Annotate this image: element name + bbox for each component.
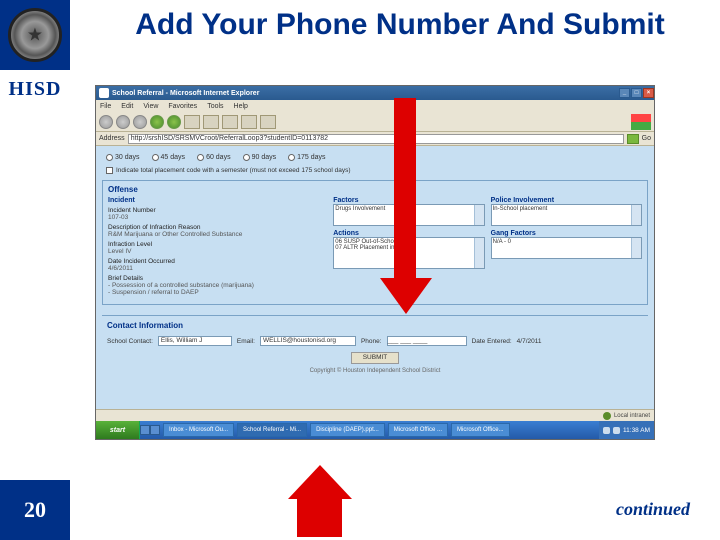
police-title: Police Involvement: [491, 197, 642, 204]
start-button[interactable]: start: [96, 421, 140, 439]
radio-45[interactable]: [152, 154, 159, 161]
task-item[interactable]: Inbox - Microsoft Ou...: [163, 423, 234, 437]
page-content: 30 days 45 days 60 days 90 days 175 days…: [96, 146, 654, 421]
date-value: 4/6/2011: [108, 265, 327, 272]
email-label: Email:: [237, 338, 255, 345]
system-tray: 11:38 AM: [599, 421, 654, 439]
radio-175[interactable]: [288, 154, 295, 161]
extend-row: Indicate total placement code with a sem…: [102, 167, 648, 174]
window-title: School Referral - Microsoft Internet Exp…: [112, 90, 259, 97]
ie-toolbar: [96, 112, 654, 132]
menu-tools[interactable]: Tools: [207, 103, 223, 110]
print-icon[interactable]: [260, 115, 276, 129]
radio-60[interactable]: [197, 154, 204, 161]
mail-icon[interactable]: [241, 115, 257, 129]
extend-checkbox[interactable]: [106, 167, 113, 174]
annotation-arrow-up-head-icon: [288, 465, 352, 499]
forward-icon[interactable]: [116, 115, 130, 129]
date-label: Date Incident Occurred: [108, 258, 327, 265]
phone-field[interactable]: ___ ___ ____: [387, 336, 467, 346]
level-label: Infraction Level: [108, 241, 327, 248]
zone-icon: [603, 412, 611, 420]
school-contact-label: School Contact:: [107, 338, 153, 345]
gang-title: Gang Factors: [491, 230, 642, 237]
district-seal-icon: [8, 8, 62, 62]
ie-window: School Referral - Microsoft Internet Exp…: [95, 85, 655, 440]
copyright: Copyright © Houston Independent School D…: [107, 368, 643, 374]
home-icon[interactable]: [167, 115, 181, 129]
close-button[interactable]: ×: [643, 88, 654, 98]
police-listbox[interactable]: In-School placement: [491, 204, 642, 226]
school-contact-field[interactable]: Ellis, William J: [158, 336, 232, 346]
task-item[interactable]: Microsoft Office ...: [388, 423, 448, 437]
phone-label: Phone:: [361, 338, 382, 345]
radio-90[interactable]: [243, 154, 250, 161]
address-input[interactable]: http://srshISD/SRSMVCroot/ReferralLoop3?…: [128, 134, 624, 144]
ie-statusbar: Local intranet: [96, 409, 654, 421]
menu-help[interactable]: Help: [234, 103, 248, 110]
taskbar: start Inbox - Microsoft Ou... School Ref…: [96, 421, 654, 439]
ie-icon: [99, 88, 109, 98]
contact-panel: Contact Information School Contact: Elli…: [102, 315, 648, 379]
tray-icon[interactable]: [613, 427, 620, 434]
back-icon[interactable]: [99, 115, 113, 129]
hisd-label: HISD: [0, 78, 70, 101]
level-value: Level IV: [108, 248, 327, 255]
history-icon[interactable]: [222, 115, 238, 129]
menu-edit[interactable]: Edit: [121, 103, 133, 110]
refresh-icon[interactable]: [150, 115, 164, 129]
email-field[interactable]: WELLIS@houstonisd.org: [260, 336, 356, 346]
continued-label: continued: [616, 499, 690, 520]
slide-title: Add Your Phone Number And Submit: [90, 8, 710, 41]
incident-heading: Incident: [108, 197, 327, 204]
task-item[interactable]: Microsoft Office...: [451, 423, 510, 437]
incident-num-label: Incident Number: [108, 207, 327, 214]
date-entered-label: Date Entered:: [472, 338, 512, 345]
stop-icon[interactable]: [133, 115, 147, 129]
search-icon[interactable]: [184, 115, 200, 129]
offense-panel: Offense Incident Incident Number 107-03 …: [102, 180, 648, 305]
radio-30[interactable]: [106, 154, 113, 161]
annotation-arrow-up-icon: [297, 495, 342, 537]
go-button[interactable]: [627, 134, 639, 144]
task-item[interactable]: School Referral - Mi...: [237, 423, 307, 437]
go-label: Go: [642, 135, 651, 142]
extend-label: Indicate total placement code with a sem…: [116, 167, 351, 174]
menu-favorites[interactable]: Favorites: [168, 103, 197, 110]
gang-listbox[interactable]: N/A - 0: [491, 237, 642, 259]
ie-titlebar: School Referral - Microsoft Internet Exp…: [96, 86, 654, 100]
clock: 11:38 AM: [623, 427, 650, 434]
quicklaunch-icon[interactable]: [150, 425, 160, 435]
ie-addressbar: Address http://srshISD/SRSMVCroot/Referr…: [96, 132, 654, 146]
throbber-icon: [631, 114, 651, 130]
page-number: 20: [0, 480, 70, 540]
quicklaunch-icon[interactable]: [140, 425, 150, 435]
task-item[interactable]: Discipline (DAEP).ppt...: [310, 423, 385, 437]
logo-box: [0, 0, 70, 70]
desc-value: R&M Marijuana or Other Controlled Substa…: [108, 231, 327, 238]
date-entered-value: 4/7/2011: [517, 338, 542, 345]
favorites-icon[interactable]: [203, 115, 219, 129]
address-label: Address: [99, 135, 125, 142]
incident-num: 107-03: [108, 214, 327, 221]
menu-view[interactable]: View: [143, 103, 158, 110]
zone-label: Local intranet: [614, 413, 650, 419]
annotation-arrow-down-head-icon: [380, 278, 432, 314]
days-row: 30 days 45 days 60 days 90 days 175 days: [102, 152, 648, 163]
annotation-arrow-down-icon: [394, 98, 416, 280]
offense-title: Offense: [108, 185, 642, 194]
desc-label: Description of Infraction Reason: [108, 224, 327, 231]
brief-value: - Possession of a controlled substance (…: [108, 282, 327, 296]
tray-icon[interactable]: [603, 427, 610, 434]
brief-label: Brief Details: [108, 275, 327, 282]
minimize-button[interactable]: _: [619, 88, 630, 98]
submit-button[interactable]: SUBMIT: [351, 352, 399, 364]
menu-file[interactable]: File: [100, 103, 111, 110]
contact-title: Contact Information: [107, 321, 643, 330]
ie-menubar: File Edit View Favorites Tools Help: [96, 100, 654, 112]
left-column: HISD: [0, 0, 70, 470]
maximize-button[interactable]: □: [631, 88, 642, 98]
